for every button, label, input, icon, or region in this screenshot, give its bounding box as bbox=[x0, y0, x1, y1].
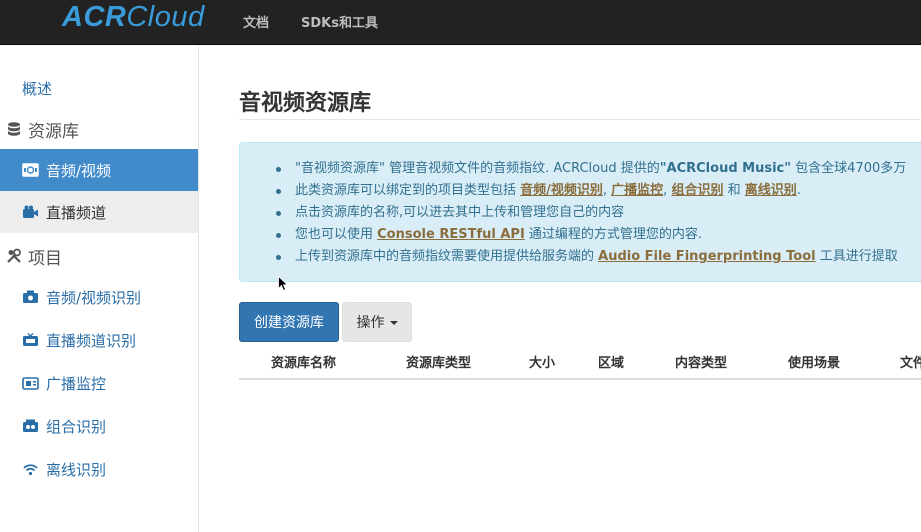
info-text: 此类资源库可以绑定到的项目类型包括 bbox=[295, 183, 521, 198]
th-size[interactable]: 大小 bbox=[529, 352, 555, 371]
sidebar-group-library: 资源库 bbox=[0, 109, 198, 149]
page-title: 音视频资源库 bbox=[239, 91, 372, 116]
th-region[interactable]: 区域 bbox=[598, 352, 624, 371]
info-text: 工具进行提取 bbox=[815, 249, 898, 264]
link-hybrid-recognition[interactable]: 组合识别 bbox=[671, 183, 723, 198]
live-recognition-icon bbox=[22, 333, 39, 347]
info-text: , bbox=[602, 183, 612, 198]
info-text: "音视频资源库" 管理音视频文件的音频指纹. ACRCloud 提供的 bbox=[295, 161, 660, 176]
database-icon bbox=[6, 121, 22, 137]
info-text: . bbox=[796, 183, 801, 198]
info-item-3: 点击资源库的名称,可以进去其中上传和管理您自己的内容 bbox=[276, 202, 906, 224]
info-text: 您也可以使用 bbox=[295, 227, 378, 242]
acrcloud-logo[interactable]: ACRCloud bbox=[62, 1, 205, 34]
th-usage-scenario[interactable]: 使用场景 bbox=[788, 352, 840, 371]
link-broadcast-monitoring[interactable]: 广播监控 bbox=[611, 183, 663, 198]
link-console-restful-api[interactable]: Console RESTful API bbox=[377, 227, 525, 242]
actions-label: 操作 bbox=[356, 315, 385, 331]
logo-acr: ACR bbox=[62, 1, 127, 33]
sidebar-group-library-label: 资源库 bbox=[28, 121, 79, 142]
sidebar-item-live-recognition[interactable]: 直播频道识别 bbox=[0, 319, 198, 361]
sidebar-group-project: 项目 bbox=[0, 236, 198, 276]
sidebar-item-av-recognition-label: 音频/视频识别 bbox=[46, 288, 142, 307]
library-table-header: 资源库名称 资源库类型 大小 区域 内容类型 使用场景 文件 bbox=[239, 342, 921, 380]
th-library-type[interactable]: 资源库类型 bbox=[406, 352, 471, 371]
sidebar-item-live-recognition-label: 直播频道识别 bbox=[46, 331, 137, 350]
sidebar-item-audio-video[interactable]: 音频/视频 bbox=[0, 149, 198, 191]
link-fingerprinting-tool[interactable]: Audio File Fingerprinting Tool bbox=[598, 249, 815, 264]
sidebar-overview[interactable]: 概述 bbox=[22, 78, 52, 99]
sidebar-item-live-channel-label: 直播频道 bbox=[46, 203, 107, 222]
nav-docs[interactable]: 文档 bbox=[243, 12, 269, 31]
info-text: 点击资源库的名称,可以进去其中上传和管理您自己的内容 bbox=[295, 205, 625, 220]
info-text: 包含全球4700多万 bbox=[791, 161, 907, 176]
info-text: 上传到资源库中的音频指纹需要使用提供给服务端的 bbox=[295, 249, 599, 264]
sidebar-item-live-channel[interactable]: 直播频道 bbox=[0, 191, 198, 233]
info-item-4: 您也可以使用 Console RESTful API 通过编程的方式管理您的内容… bbox=[276, 224, 906, 246]
live-channel-icon bbox=[22, 205, 39, 219]
sidebar-item-hybrid-recognition[interactable]: 组合识别 bbox=[0, 405, 198, 447]
sidebar-item-offline-recognition-label: 离线识别 bbox=[46, 460, 107, 479]
sidebar: 概述 资源库 音频/视频 直播频道 项目 音频/视频识别 直播频道识别 广播监控… bbox=[0, 45, 199, 532]
main-content: 音视频资源库 "音视频资源库" 管理音视频文件的音频指纹. ACRCloud 提… bbox=[199, 45, 921, 532]
info-text: 通过编程的方式管理您的内容. bbox=[524, 227, 703, 242]
audio-video-icon bbox=[22, 163, 39, 177]
sidebar-group-project-label: 项目 bbox=[28, 248, 62, 269]
broadcast-monitoring-icon bbox=[22, 376, 39, 390]
wifi-icon bbox=[22, 462, 39, 476]
sidebar-item-broadcast-monitoring[interactable]: 广播监控 bbox=[0, 362, 198, 404]
caret-down-icon bbox=[389, 321, 398, 325]
mouse-cursor-icon bbox=[278, 275, 289, 292]
info-list: "音视频资源库" 管理音视频文件的音频指纹. ACRCloud 提供的"ACRC… bbox=[276, 158, 906, 268]
actions-dropdown-button[interactable]: 操作 bbox=[342, 302, 412, 342]
sidebar-item-hybrid-recognition-label: 组合识别 bbox=[46, 417, 107, 436]
top-navbar: ACRCloud 文档 SDKs和工具 bbox=[0, 0, 921, 45]
th-content-type[interactable]: 内容类型 bbox=[675, 352, 727, 371]
th-files[interactable]: 文件 bbox=[900, 352, 921, 371]
title-divider bbox=[239, 119, 921, 120]
nav-sdks-tools[interactable]: SDKs和工具 bbox=[301, 12, 378, 31]
info-item-1: "音视频资源库" 管理音视频文件的音频指纹. ACRCloud 提供的"ACRC… bbox=[276, 158, 906, 180]
hybrid-recognition-icon bbox=[22, 419, 39, 433]
sidebar-item-av-recognition[interactable]: 音频/视频识别 bbox=[0, 276, 198, 318]
wrench-icon bbox=[6, 248, 22, 264]
info-item-5: 上传到资源库中的音频指纹需要使用提供给服务端的 Audio File Finge… bbox=[276, 246, 906, 268]
info-text: 和 bbox=[723, 183, 745, 198]
sidebar-item-offline-recognition[interactable]: 离线识别 bbox=[0, 448, 198, 490]
sidebar-item-audio-video-label: 音频/视频 bbox=[46, 161, 112, 180]
info-item-2: 此类资源库可以绑定到的项目类型包括 音频/视频识别, 广播监控, 组合识别 和 … bbox=[276, 180, 906, 202]
av-recognition-icon bbox=[22, 290, 39, 304]
th-library-name[interactable]: 资源库名称 bbox=[271, 352, 336, 371]
create-library-button[interactable]: 创建资源库 bbox=[239, 302, 339, 342]
link-offline-recognition[interactable]: 离线识别 bbox=[745, 183, 797, 198]
info-alert: "音视频资源库" 管理音视频文件的音频指纹. ACRCloud 提供的"ACRC… bbox=[239, 142, 921, 282]
link-av-recognition[interactable]: 音频/视频识别 bbox=[520, 183, 603, 198]
info-text-bold: "ACRCloud Music" bbox=[659, 161, 792, 176]
logo-cloud: Cloud bbox=[126, 1, 205, 33]
sidebar-item-broadcast-monitoring-label: 广播监控 bbox=[46, 374, 107, 393]
